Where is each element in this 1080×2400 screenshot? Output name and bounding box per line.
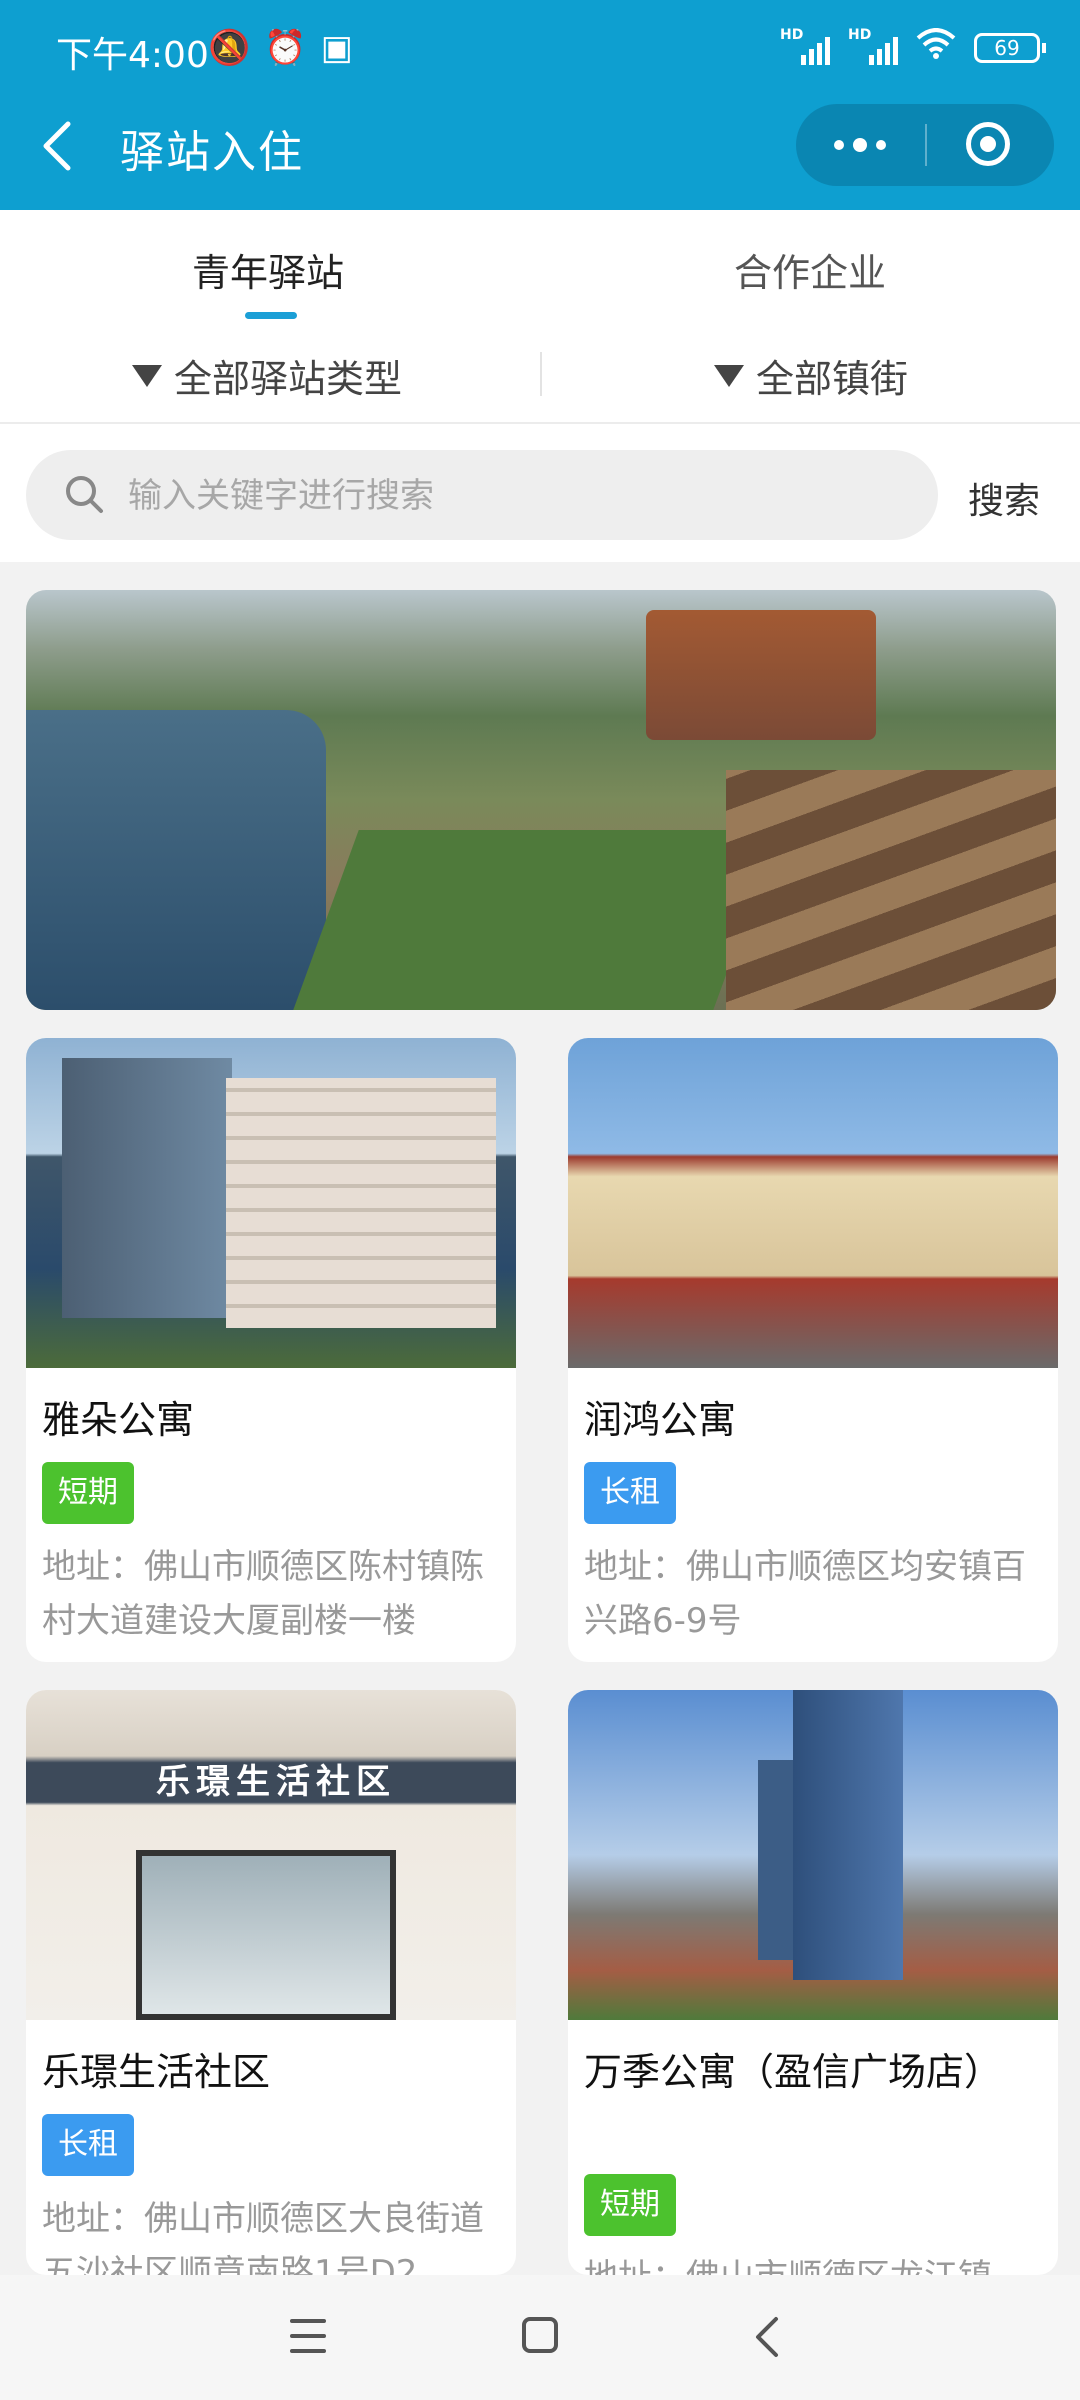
dot-icon: [853, 138, 867, 152]
rental-tag: 长租: [42, 2114, 134, 2176]
station-address: 地址：佛山市顺德区陈村镇陈村大道建设大厦副楼一楼: [42, 1547, 484, 1641]
status-time: 下午4:00: [56, 35, 209, 76]
close-miniprogram-icon[interactable]: [966, 122, 1010, 166]
nfc-icon: ▣: [320, 28, 353, 68]
filter-station-type[interactable]: 全部驿站类型: [132, 348, 402, 403]
rental-tag: 短期: [42, 1462, 134, 1524]
storefront-sign: 乐璟生活社区: [156, 1762, 396, 1802]
station-photo: 乐璟生活社区: [26, 1690, 516, 2020]
rental-tag: 短期: [584, 2174, 676, 2236]
battery-icon: 69: [974, 32, 1046, 63]
status-indicators: HD HD 69: [780, 27, 1046, 67]
more-options-button[interactable]: [796, 104, 924, 186]
recent-apps-icon[interactable]: [290, 2319, 326, 2353]
station-card[interactable]: 万季公寓（盈信广场店） 短期 地址：佛山市顺德区龙江镇: [568, 1690, 1058, 2275]
signal-2-icon: HD: [848, 27, 898, 65]
station-photo: [568, 1038, 1058, 1368]
mute-bell-icon: 🔕: [208, 28, 251, 68]
dot-icon: [876, 140, 886, 150]
miniprogram-capsule: [796, 104, 1054, 186]
banner-image[interactable]: [26, 590, 1056, 1010]
dot-icon: [834, 140, 844, 150]
dropdown-triangle-icon: [132, 364, 162, 387]
dropdown-triangle-icon: [714, 364, 744, 387]
home-icon[interactable]: [522, 2317, 558, 2353]
system-back-icon[interactable]: [752, 2315, 782, 2359]
station-card[interactable]: 雅朵公寓 短期 地址：佛山市顺德区陈村镇陈村大道建设大厦副楼一楼: [26, 1038, 516, 1662]
station-name: 润鸿公寓: [584, 1398, 737, 1442]
station-address: 地址：佛山市顺德区大良街道五沙社区顺意南路1号D2: [42, 2199, 484, 2275]
station-photo: [568, 1690, 1058, 2020]
station-photo: [26, 1038, 516, 1368]
station-name: 万季公寓（盈信广场店）: [584, 2050, 1003, 2094]
filter-divider: [540, 352, 542, 396]
rental-tag: 长租: [584, 1462, 676, 1524]
signal-1-hd-label: HD: [780, 26, 804, 43]
filter-town-street[interactable]: 全部镇街: [714, 348, 908, 403]
station-name: 乐璟生活社区: [42, 2050, 271, 2094]
back-arrow-icon[interactable]: [38, 118, 78, 174]
active-tab-indicator: [245, 312, 297, 319]
station-address: 地址：佛山市顺德区龙江镇: [584, 2250, 1044, 2275]
station-name: 雅朵公寓: [42, 1398, 195, 1442]
search-button[interactable]: 搜索: [968, 472, 1040, 524]
wifi-icon: [916, 28, 956, 67]
station-card[interactable]: 润鸿公寓 长租 地址：佛山市顺德区均安镇百兴路6-9号: [568, 1038, 1058, 1662]
filter-station-type-label: 全部驿站类型: [174, 357, 403, 401]
app-header: 下午4:00 🔕 ⏰ ▣ HD HD 69 驿站入住: [0, 0, 1080, 210]
filter-town-street-label: 全部镇街: [756, 357, 909, 401]
page-title: 驿站入住: [120, 127, 304, 178]
capsule-divider: [925, 124, 927, 166]
signal-1-icon: HD: [780, 27, 830, 65]
divider: [0, 422, 1080, 424]
search-input[interactable]: [126, 450, 910, 542]
station-address: 地址：佛山市顺德区均安镇百兴路6-9号: [584, 1547, 1026, 1641]
search-box: [26, 450, 938, 542]
tab-youth-station[interactable]: 青年驿站: [192, 242, 344, 297]
signal-2-hd-label: HD: [848, 26, 872, 43]
tab-partner-companies[interactable]: 合作企业: [734, 242, 886, 297]
alarm-icon: ⏰: [264, 28, 307, 68]
system-navigation-bar: [0, 2275, 1080, 2400]
status-notification-icons: 🔕 ⏰ ▣: [208, 28, 353, 68]
top-panel: 青年驿站 合作企业 全部驿站类型 全部镇街 搜索: [0, 210, 1080, 562]
station-card[interactable]: 乐璟生活社区 乐璟生活社区 长租 地址：佛山市顺德区大良街道五沙社区顺意南路1号…: [26, 1690, 516, 2275]
search-icon: [66, 476, 103, 513]
